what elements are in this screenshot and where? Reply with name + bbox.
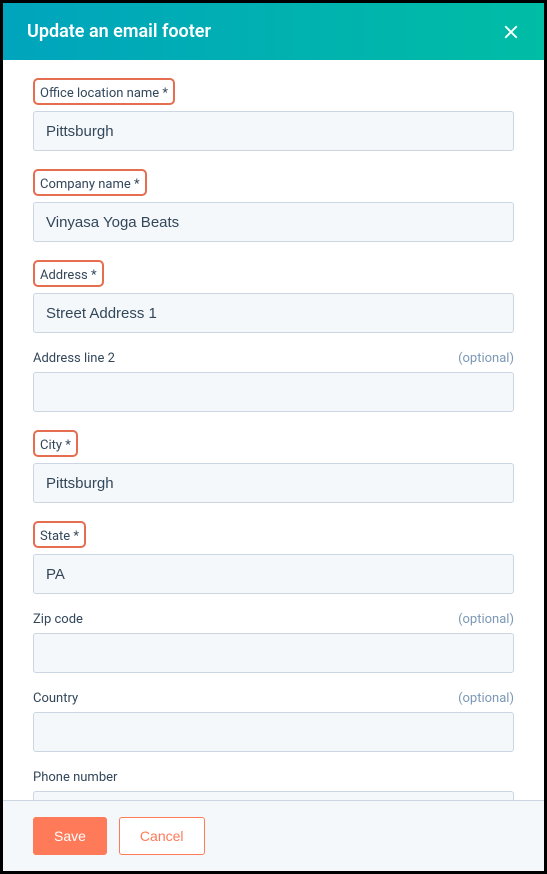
field-zip-code: Zip code (optional) [33,612,514,673]
state-input[interactable] [33,554,514,594]
zip-code-label: Zip code [33,612,83,627]
city-label: City * [40,438,71,453]
office-location-input[interactable] [33,111,514,151]
modal-footer: Save Cancel [3,800,544,871]
company-name-input[interactable] [33,202,514,242]
zip-code-optional: (optional) [458,612,514,627]
field-country: Country (optional) [33,691,514,752]
field-office-location: Office location name * [33,78,514,151]
form-body: Office location name * Company name * Ad… [3,60,544,800]
company-name-label: Company name * [40,177,140,192]
cancel-button[interactable]: Cancel [119,817,205,855]
address-label: Address * [40,268,97,283]
field-city: City * [33,430,514,503]
country-optional: (optional) [458,691,514,706]
state-label: State * [40,529,79,544]
address-input[interactable] [33,293,514,333]
office-location-label: Office location name * [40,86,168,101]
phone-number-label: Phone number [33,770,117,785]
close-icon[interactable] [502,23,520,41]
modal-title: Update an email footer [27,21,211,42]
phone-number-input[interactable] [33,791,514,800]
address-line-2-optional: (optional) [458,351,514,366]
modal-header: Update an email footer [3,3,544,60]
zip-code-input[interactable] [33,633,514,673]
address-line-2-input[interactable] [33,372,514,412]
field-company-name: Company name * [33,169,514,242]
field-phone-number: Phone number [33,770,514,800]
field-state: State * [33,521,514,594]
city-input[interactable] [33,463,514,503]
address-line-2-label: Address line 2 [33,351,115,366]
save-button[interactable]: Save [33,817,107,855]
country-input[interactable] [33,712,514,752]
field-address-line-2: Address line 2 (optional) [33,351,514,412]
field-address: Address * [33,260,514,333]
country-label: Country [33,691,78,706]
